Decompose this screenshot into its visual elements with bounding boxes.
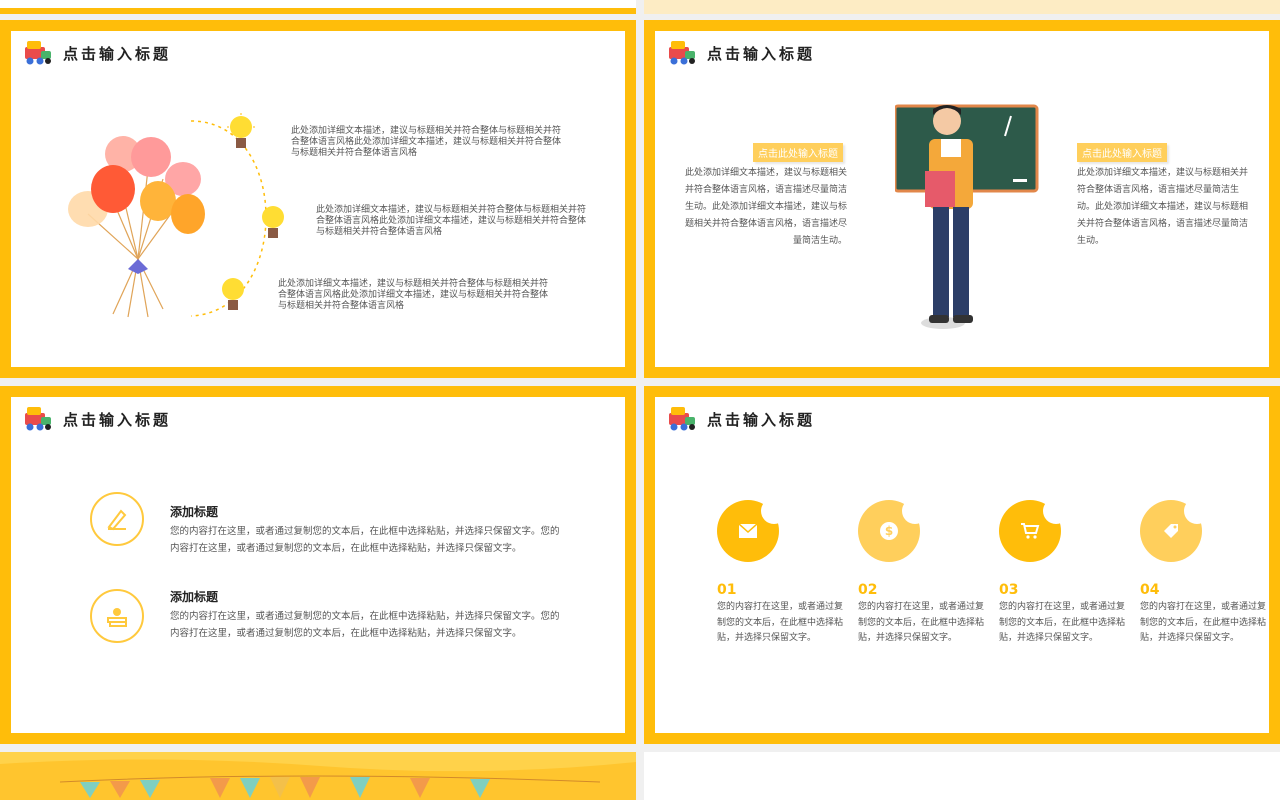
books-apple-icon <box>107 608 127 627</box>
slide-header: 点击输入标题 <box>23 39 171 67</box>
teacher-illustration <box>895 104 1039 329</box>
feature-text-1: 您的内容打在这里，或者通过复制您的文本后，在此框中选择粘贴，并选择只保留文字。您… <box>170 526 560 554</box>
toy-train-icon <box>25 407 51 431</box>
slide-thumbnail-top-right[interactable] <box>644 0 1280 14</box>
slide-thumbnail-4[interactable]: 点击输入标题 $ 01 02 03 04 您的内容打在这里，或者通过复制您的文本… <box>644 386 1280 744</box>
column-circle-4 <box>1140 498 1210 562</box>
feature-title-1: 添加标题 <box>170 505 219 519</box>
slide-title: 点击输入标题 <box>63 410 172 429</box>
column-number-4: 04 <box>1140 582 1160 598</box>
column-text-1: 您的内容打在这里，或者通过复制您的文本后，在此框中选择粘贴，并选择只保留文字。 <box>717 602 844 643</box>
pen-ruler-icon <box>107 509 127 531</box>
lightbulb-icon <box>227 113 255 148</box>
slide-thumbnail-2[interactable]: 点击输入标题 点击此处输入标题 此处添加详细文本描述，建议与标题相关并符合整体语… <box>644 20 1280 378</box>
feature-circle-2 <box>90 589 144 643</box>
money-bag-icon: $ <box>880 522 898 540</box>
slide-thumbnail-6[interactable] <box>644 752 1280 800</box>
column-text-3: 您的内容打在这里，或者通过复制您的文本后，在此框中选择粘贴，并选择只保留文字。 <box>999 602 1126 643</box>
mail-icon <box>739 524 757 538</box>
slide-thumbnail-1[interactable]: 点击输入标题 此处添加详细文本描述，建议与标题相关并符合整体与标题相关并符合整体… <box>0 20 636 378</box>
slide-thumbnail-top-left[interactable] <box>0 0 636 14</box>
tag-icon <box>1164 524 1178 538</box>
right-title-tag: 点击此处输入标题 <box>1077 143 1167 162</box>
description-text-3: 此处添加详细文本描述，建议与标题相关并符合整体与标题相关并符合整体语言风格此处添… <box>278 279 549 311</box>
slide-thumbnail-3[interactable]: 点击输入标题 添加标题 您的内容打在这里，或者通过复制您的文本后，在此框中选择粘… <box>0 386 636 744</box>
toy-train-icon <box>669 407 695 431</box>
left-title-tag: 点击此处输入标题 <box>753 143 843 162</box>
column-number-2: 02 <box>858 582 878 598</box>
toy-train-icon <box>25 41 51 65</box>
column-text-2: 您的内容打在这里，或者通过复制您的文本后，在此框中选择粘贴，并选择只保留文字。 <box>858 602 985 643</box>
right-description: 此处添加详细文本描述，建议与标题相关并符合整体语言风格，语言描述尽量简洁生动。此… <box>1077 168 1249 246</box>
slide-title: 点击输入标题 <box>707 410 816 429</box>
slide-header: 点击输入标题 <box>667 39 815 67</box>
lightbulb-icon <box>262 206 284 238</box>
slide-header: 点击输入标题 <box>23 405 171 433</box>
feature-text-2: 您的内容打在这里，或者通过复制您的文本后，在此框中选择粘贴，并选择只保留文字。您… <box>170 611 560 639</box>
bunting-decoration <box>0 759 636 800</box>
left-description: 此处添加详细文本描述，建议与标题相关并符合整体语言风格，语言描述尽量简洁生动。此… <box>684 168 847 246</box>
toy-train-icon <box>669 41 695 65</box>
column-number-3: 03 <box>999 582 1019 598</box>
description-text-2: 此处添加详细文本描述，建议与标题相关并符合整体与标题相关并符合整体语言风格此处添… <box>316 205 587 237</box>
feature-title-2: 添加标题 <box>170 590 219 604</box>
column-circle-3 <box>999 498 1069 562</box>
column-circle-1 <box>717 498 787 562</box>
slide-thumbnail-5[interactable] <box>0 752 636 800</box>
description-text-1: 此处添加详细文本描述，建议与标题相关并符合整体与标题相关并符合整体语言风格此处添… <box>291 126 562 158</box>
feature-circle-1 <box>90 492 144 546</box>
slide-title: 点击输入标题 <box>707 44 816 63</box>
lightbulb-icon <box>222 278 244 310</box>
column-number-1: 01 <box>717 582 737 598</box>
column-circle-2: $ <box>858 498 928 562</box>
cart-icon <box>1021 523 1040 539</box>
column-text-4: 您的内容打在这里，或者通过复制您的文本后，在此框中选择粘贴，并选择只保留文字。 <box>1140 602 1267 643</box>
slide-header: 点击输入标题 <box>667 405 815 433</box>
slide-title: 点击输入标题 <box>63 44 172 63</box>
